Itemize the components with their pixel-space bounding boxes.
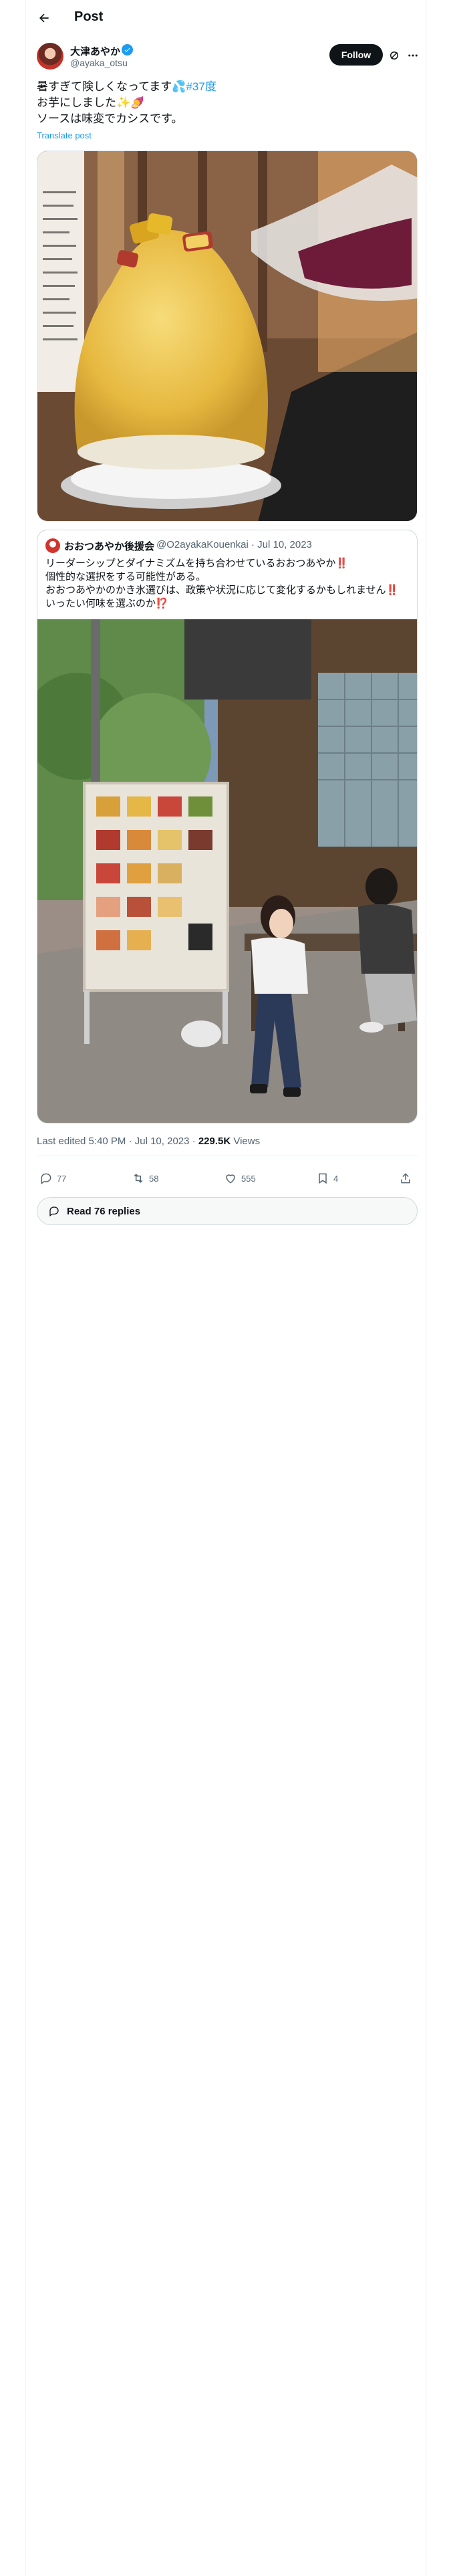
quote-author-name: おおつあやか後援会 <box>64 541 155 552</box>
repost-count: 58 <box>149 1173 159 1184</box>
bookmark-icon <box>319 1173 327 1184</box>
back-button[interactable] <box>33 7 55 29</box>
read-replies-label: Read 76 replies <box>67 1205 141 1217</box>
grok-icon[interactable] <box>387 48 402 63</box>
top-bar: Post <box>26 0 427 35</box>
tweet-line-1: 暑すぎて険しくなってます💦 <box>37 80 186 93</box>
like-count: 555 <box>241 1173 256 1184</box>
read-replies-button[interactable]: Read 76 replies <box>37 1197 418 1225</box>
bookmark-button[interactable]: 4 <box>316 1172 338 1185</box>
action-bar: 77 58 555 4 <box>26 1164 427 1197</box>
heart-icon <box>226 1174 235 1184</box>
quote-handle-date: @O2ayakaKouenkai · Jul 10, 2023 <box>156 539 312 550</box>
quoted-post[interactable]: おおつあやか後援会 @O2ayakaKouenkai · Jul 10, 202… <box>37 530 418 1123</box>
reply-icon <box>41 1173 51 1184</box>
author-row: 大津あやか @ayaka_otsu Follow <box>26 40 427 75</box>
views-label: Views <box>231 1136 261 1147</box>
translate-post-link[interactable]: Translate post <box>37 130 92 140</box>
author-handle[interactable]: @ayaka_otsu <box>70 58 128 68</box>
reply-icon <box>49 1206 59 1217</box>
reply-button[interactable]: 77 <box>39 1172 66 1185</box>
share-button[interactable] <box>399 1172 412 1185</box>
follow-button[interactable]: Follow <box>329 44 383 66</box>
quote-avatar <box>45 538 60 553</box>
post-column: Post 大津あやか @ayaka_otsu Follow 暑すぎて険しくなって… <box>25 0 426 2576</box>
quote-line-3: おおつあやかのかき氷選びは、政策や状況に応じて変化するかもしれません‼️ <box>45 584 399 596</box>
quote-photo[interactable] <box>37 619 417 1123</box>
like-button[interactable]: 555 <box>224 1172 256 1185</box>
quote-line-2: 個性的な選択をする可能性がある。 <box>45 571 206 582</box>
verified-badge-icon <box>122 44 133 56</box>
more-options-icon[interactable] <box>406 48 420 63</box>
author-name[interactable]: 大津あやか <box>70 44 120 58</box>
tweet-text: 暑すぎて険しくなってます💦#37度 お芋にしました✨🍠 ソースは味変でカシスです… <box>37 79 418 127</box>
hashtag-link[interactable]: #37度 <box>186 80 216 93</box>
views-count: 229.5K <box>198 1136 231 1147</box>
quote-text: リーダーシップとダイナミズムを持ち合わせているおおつあやか‼️ 個性的な選択をす… <box>45 557 412 611</box>
post-timestamp[interactable]: Last edited 5:40 PM · Jul 10, 2023 · <box>37 1136 198 1147</box>
quote-line-4: いったい何味を選ぶのか⁉️ <box>45 598 168 609</box>
avatar[interactable] <box>37 43 63 70</box>
bookmark-count: 4 <box>333 1173 339 1184</box>
repost-button[interactable]: 58 <box>132 1172 158 1185</box>
reply-count: 77 <box>57 1173 67 1184</box>
quote-line-1: リーダーシップとダイナミズムを持ち合わせているおおつあやか‼️ <box>45 558 349 569</box>
tweet-line-3: ソースは味変でカシスです。 <box>37 112 183 125</box>
shaved-ice-photo[interactable] <box>37 150 418 522</box>
page-title: Post <box>74 9 104 24</box>
back-arrow-icon <box>39 13 49 23</box>
tweet-line-2: お芋にしました✨🍠 <box>37 96 145 109</box>
share-icon <box>401 1173 410 1184</box>
repost-icon <box>134 1174 143 1183</box>
post-meta: Last edited 5:40 PM · Jul 10, 2023 · 229… <box>37 1136 260 1147</box>
